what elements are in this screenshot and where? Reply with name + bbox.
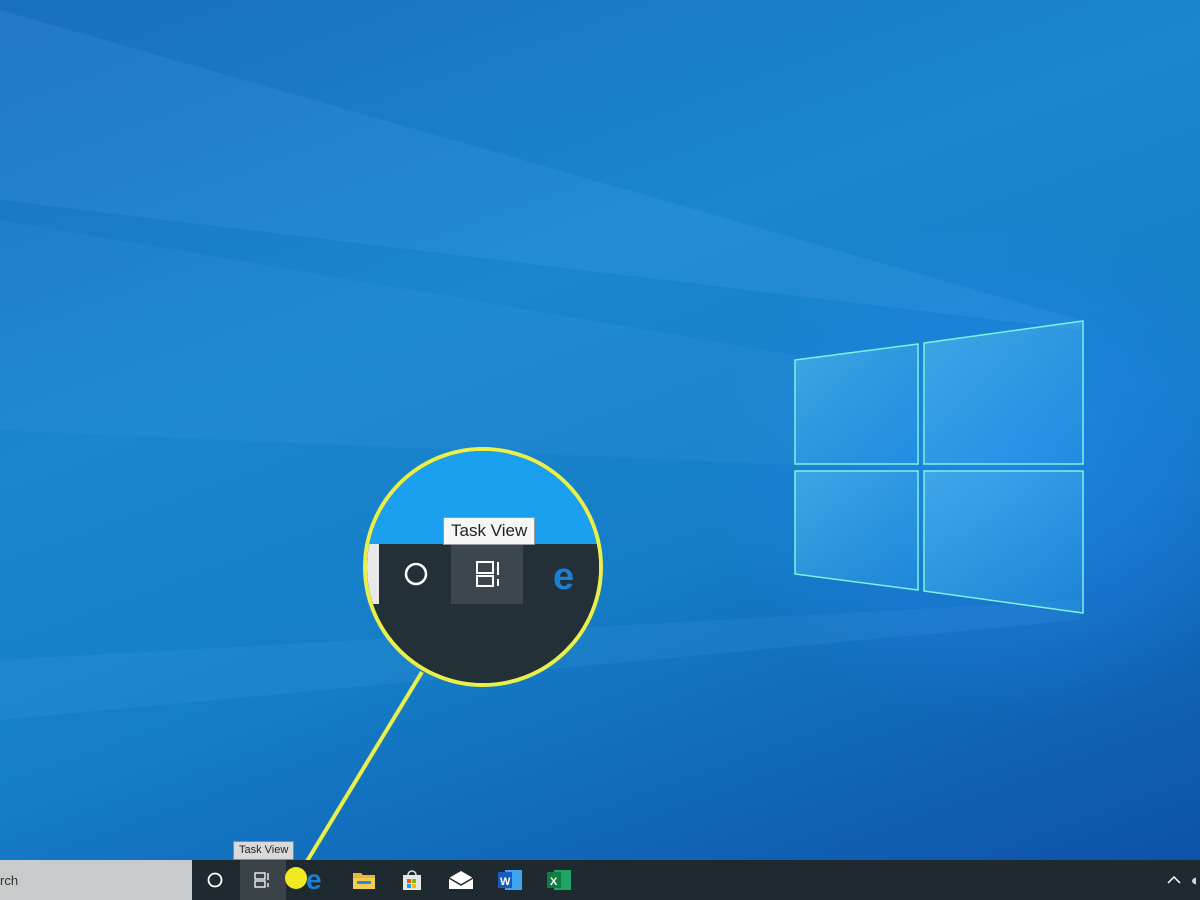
store-bag-icon (403, 870, 421, 890)
file-explorer-button[interactable] (341, 860, 387, 900)
magnified-circle-icon (404, 562, 428, 586)
store-button[interactable] (389, 860, 435, 900)
task-view-button[interactable] (240, 860, 286, 900)
mail-button[interactable] (438, 860, 484, 900)
excel-icon: X (547, 870, 571, 890)
magnified-task-view-icon (476, 561, 499, 587)
excel-button[interactable]: X (536, 860, 582, 900)
circle-icon (207, 872, 223, 888)
search-box-text: rch (0, 873, 19, 888)
cortana-button[interactable] (192, 860, 238, 900)
magnified-tooltip: Task View (443, 517, 536, 545)
svg-text:e: e (306, 866, 322, 894)
task-view-icon (254, 872, 269, 888)
magnifier-callout: e Task View (363, 447, 603, 687)
svg-text:X: X (550, 876, 558, 888)
folder-icon (353, 873, 375, 889)
tray-icons (1167, 875, 1196, 885)
word-button[interactable]: W (487, 860, 533, 900)
word-icon: W (498, 870, 522, 890)
task-view-tooltip: Task View (233, 841, 295, 860)
callout-line (296, 670, 424, 878)
chevron-up-icon (1167, 875, 1181, 884)
magnified-edge-icon: e (553, 556, 574, 598)
taskbar: rch e W X (0, 860, 1200, 900)
tray-overflow-button[interactable] (1150, 860, 1196, 900)
magnified-icons: e (404, 556, 574, 598)
onedrive-cloud-icon (1192, 877, 1196, 885)
search-box[interactable]: rch (0, 860, 192, 900)
callout-pointer-dot (285, 867, 307, 889)
desktop[interactable]: e Task View Task View rch e W X (0, 0, 1200, 900)
mail-icon (448, 871, 474, 889)
svg-text:W: W (500, 876, 511, 888)
